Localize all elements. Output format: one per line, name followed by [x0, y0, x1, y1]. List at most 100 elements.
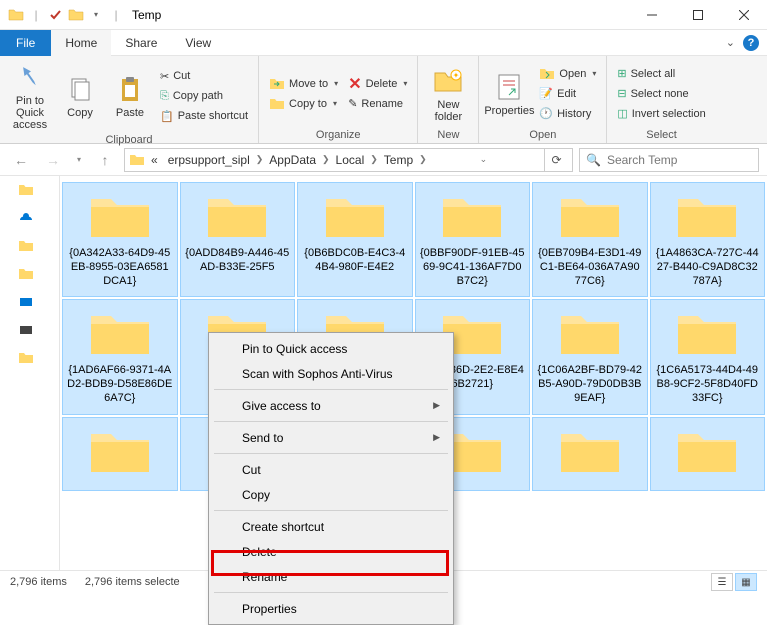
cm-cut[interactable]: Cut — [212, 457, 450, 482]
pin-quick-access-button[interactable]: Pin to Quick access — [6, 59, 54, 133]
chevron-right-icon[interactable]: ❯ — [322, 154, 330, 165]
breadcrumb-part[interactable]: Local — [332, 153, 369, 167]
cut-button[interactable]: ✂Cut — [156, 66, 252, 86]
folder-item[interactable]: {0A342A33-64D9-45EB-8955-03EA6581DCA1} — [62, 182, 178, 297]
folder-icon — [322, 191, 388, 241]
cm-pin[interactable]: Pin to Quick access — [212, 336, 450, 361]
nav-item[interactable] — [18, 322, 42, 340]
select-all-button[interactable]: ⊞Select all — [613, 64, 709, 84]
paste-button[interactable]: Paste — [106, 59, 154, 133]
chevron-right-icon[interactable]: ❯ — [419, 154, 427, 165]
maximize-button[interactable] — [675, 0, 721, 30]
cm-copy[interactable]: Copy — [212, 482, 450, 507]
folder-item[interactable]: {0B6BDC0B-E4C3-44B4-980F-E4E2 — [297, 182, 413, 297]
qat-dropdown-icon[interactable]: ▾ — [88, 7, 104, 23]
folder-name: {1A4863CA-727C-4427-B440-C9AD8C32787A} — [655, 247, 761, 288]
folder-name: {1C06A2BF-BD79-42B5-A90D-79D0DB3B9EAF} — [537, 364, 643, 405]
folder-icon — [557, 191, 623, 241]
folder-icon — [674, 426, 740, 476]
search-input[interactable]: 🔍 Search Temp — [579, 148, 759, 172]
folder-item[interactable]: {1C6A5173-44D4-49B8-9CF2-5F8D40FD33FC} — [650, 299, 766, 414]
cm-separator — [214, 510, 448, 511]
divider-icon: | — [108, 7, 124, 23]
status-selected-count: 2,796 items selecte — [85, 576, 180, 588]
view-tab[interactable]: View — [171, 30, 225, 56]
breadcrumb-dropdown[interactable]: ⌄ — [480, 154, 488, 165]
recent-dropdown[interactable]: ▾ — [72, 147, 86, 173]
up-button[interactable]: ↑ — [92, 147, 118, 173]
paste-label: Paste — [116, 107, 144, 119]
minimize-button[interactable] — [629, 0, 675, 30]
details-view-button[interactable]: ☰ — [711, 573, 733, 591]
folder-icon — [87, 426, 153, 476]
cm-delete[interactable]: Delete — [212, 539, 450, 564]
delete-button[interactable]: ✕Delete▾ — [344, 74, 411, 94]
breadcrumb-part[interactable]: erpsupport_sipl — [164, 153, 254, 167]
folder-item[interactable] — [62, 417, 178, 491]
chevron-right-icon[interactable]: ❯ — [370, 154, 378, 165]
invert-selection-button[interactable]: ◫Invert selection — [613, 104, 709, 124]
folder-item[interactable]: {1C06A2BF-BD79-42B5-A90D-79D0DB3B9EAF} — [532, 299, 648, 414]
breadcrumb-part[interactable]: Temp — [380, 153, 417, 167]
forward-button[interactable]: → — [40, 147, 66, 173]
nav-item[interactable] — [18, 294, 42, 312]
copy-to-button[interactable]: Copy to▾ — [265, 94, 342, 114]
nav-item[interactable] — [18, 266, 42, 284]
ribbon-tabs: File Home Share View ⌄ ? — [0, 30, 767, 56]
cm-create-shortcut[interactable]: Create shortcut — [212, 514, 450, 539]
copy-button[interactable]: Copy — [56, 59, 104, 133]
share-tab[interactable]: Share — [111, 30, 171, 56]
nav-item[interactable] — [18, 182, 42, 200]
pin-label: Pin to Quick access — [8, 95, 52, 131]
close-button[interactable] — [721, 0, 767, 30]
select-none-button[interactable]: ⊟Select none — [613, 84, 709, 104]
move-to-button[interactable]: Move to▾ — [265, 74, 342, 94]
folder-item[interactable]: {1A4863CA-727C-4427-B440-C9AD8C32787A} — [650, 182, 766, 297]
history-button[interactable]: 🕐History — [535, 104, 600, 124]
open-button[interactable]: Open▾ — [535, 64, 600, 84]
new-folder-button[interactable]: ✦ New folder — [424, 59, 472, 128]
cm-properties[interactable]: Properties — [212, 596, 450, 621]
nav-item[interactable] — [18, 210, 42, 228]
history-icon: 🕐 — [539, 107, 553, 120]
breadcrumb[interactable]: « erpsupport_sipl ❯ AppData ❯ Local ❯ Te… — [124, 148, 573, 172]
svg-text:✦: ✦ — [453, 71, 460, 80]
help-icon[interactable]: ? — [743, 35, 759, 51]
navigation-pane[interactable] — [0, 176, 60, 570]
invert-icon: ◫ — [617, 107, 627, 120]
ribbon-group-open: Properties Open▾ 📝Edit 🕐History Open — [479, 56, 607, 143]
home-tab[interactable]: Home — [51, 30, 111, 56]
folder-icon — [439, 191, 505, 241]
folder-item[interactable] — [650, 417, 766, 491]
collapse-ribbon-icon[interactable]: ⌄ — [726, 36, 735, 49]
edit-button[interactable]: 📝Edit — [535, 84, 600, 104]
rename-button[interactable]: ✎Rename — [344, 94, 411, 114]
icons-view-button[interactable]: ▦ — [735, 573, 757, 591]
breadcrumb-ellipsis[interactable]: « — [147, 153, 162, 167]
back-button[interactable]: ← — [8, 147, 34, 173]
folder-icon — [87, 308, 153, 358]
cm-send-to[interactable]: Send to — [212, 425, 450, 450]
properties-button[interactable]: Properties — [485, 59, 533, 128]
cm-separator — [214, 453, 448, 454]
breadcrumb-part[interactable]: AppData — [265, 153, 320, 167]
folder-item[interactable] — [532, 417, 648, 491]
file-tab[interactable]: File — [0, 30, 51, 56]
folder-item[interactable]: {1AD6AF66-9371-4AD2-BDB9-D58E86DE6A7C} — [62, 299, 178, 414]
nav-item[interactable] — [18, 238, 42, 256]
folder-item[interactable]: {0BBF90DF-91EB-4569-9C41-136AF7D0B7C2} — [415, 182, 531, 297]
nav-item[interactable] — [18, 350, 42, 368]
folder-item[interactable]: {0ADD84B9-A446-45AD-B33E-25F5 — [180, 182, 296, 297]
window-controls — [629, 0, 767, 30]
cm-give-access[interactable]: Give access to — [212, 393, 450, 418]
copy-path-button[interactable]: ⎘Copy path — [156, 86, 252, 106]
refresh-button[interactable]: ⟳ — [544, 149, 568, 171]
folder-item[interactable]: {0EB709B4-E3D1-49C1-BE64-036A7A9077C6} — [532, 182, 648, 297]
folder-icon — [557, 426, 623, 476]
checkmark-icon[interactable] — [48, 7, 64, 23]
cm-scan[interactable]: Scan with Sophos Anti-Virus — [212, 361, 450, 386]
paste-shortcut-button[interactable]: 📋Paste shortcut — [156, 106, 252, 126]
chevron-right-icon[interactable]: ❯ — [256, 154, 264, 165]
cm-rename[interactable]: Rename — [212, 564, 450, 589]
cm-separator — [214, 421, 448, 422]
